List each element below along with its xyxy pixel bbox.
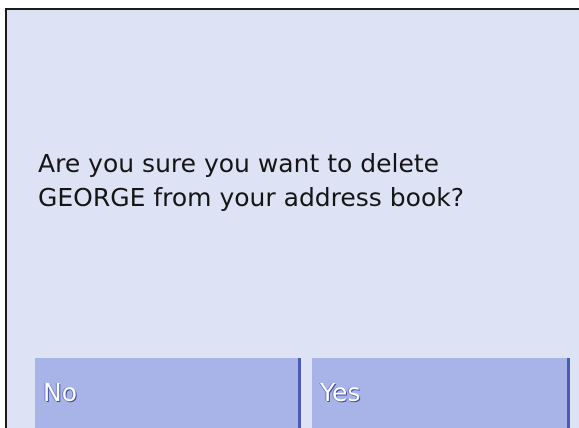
no-button-label: No bbox=[43, 378, 77, 407]
no-button[interactable]: No bbox=[35, 358, 301, 428]
confirm-delete-dialog: Are you sure you want to delete GEORGE f… bbox=[5, 8, 579, 428]
yes-button[interactable]: Yes bbox=[312, 358, 570, 428]
confirmation-message: Are you sure you want to delete GEORGE f… bbox=[38, 149, 464, 212]
yes-button-label: Yes bbox=[320, 378, 361, 407]
